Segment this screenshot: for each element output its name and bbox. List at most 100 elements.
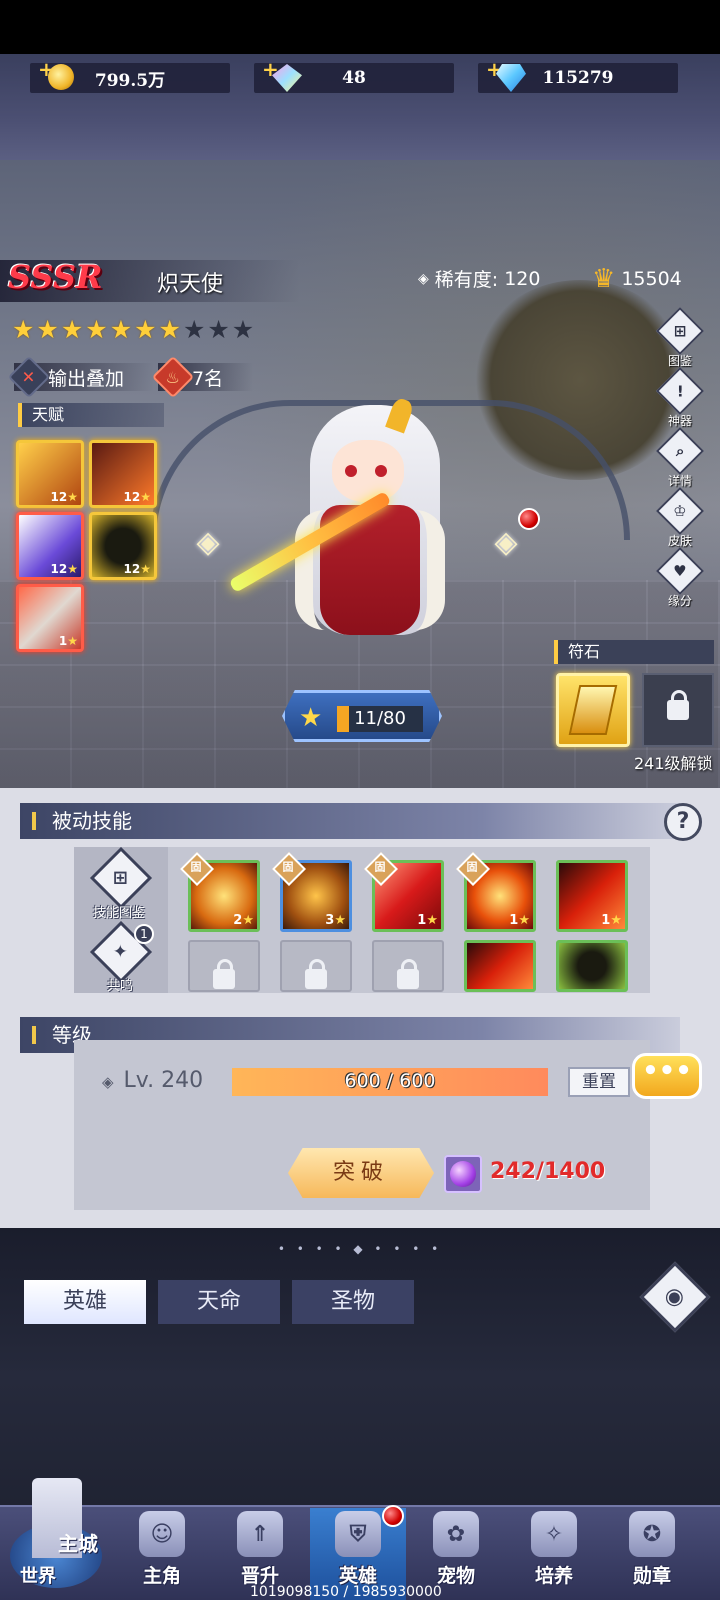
star-level-bar: 11/80 (337, 706, 423, 732)
tab-hero[interactable]: 英雄 (24, 1280, 146, 1324)
next-hero-arrow-icon[interactable]: ◈ (488, 524, 524, 560)
status-bar (0, 0, 720, 54)
star-filled-icon: ★ (60, 315, 84, 344)
nav-protagonist[interactable]: ☺ 主角 (114, 1508, 210, 1600)
castle-label: 主城 (58, 1532, 98, 1556)
chat-bubble-button[interactable]: ••• (632, 1053, 702, 1099)
rune-slot-locked[interactable] (642, 673, 714, 747)
flame-icon: ♨ (151, 355, 195, 399)
resonance-label: 共鸣 (107, 979, 134, 994)
talent-slot[interactable]: 1 ★ (16, 584, 84, 652)
help-button[interactable]: ? (664, 803, 702, 841)
passive-skill-slot[interactable] (556, 940, 628, 992)
rune-unlock-text: 241级解锁 (634, 754, 713, 773)
diamond-value: 115279 (542, 68, 614, 88)
train-icon: ✧ (531, 1511, 577, 1557)
promote-icon: ⇑ (237, 1511, 283, 1557)
passive-skill-slot[interactable]: 固 2 ★ (180, 852, 260, 932)
talent-slot[interactable]: 12 ★ (16, 440, 84, 508)
artifact-icon: ! (655, 366, 705, 416)
tag-output-label: 输出叠加 (48, 367, 125, 390)
eye-icon: ◉ (665, 1284, 685, 1310)
rarity: ◈ 稀有度: 120 (418, 265, 540, 292)
rune-slot[interactable] (556, 673, 630, 747)
tag-rank: ♨ 7名 (151, 355, 254, 399)
star-filled-icon: ★ (134, 315, 157, 344)
passive-skill-slot[interactable]: 固 1 ★ (456, 852, 536, 932)
lock-icon (667, 690, 689, 720)
lock-icon (397, 959, 419, 989)
nav-label: 主角 (142, 1565, 181, 1587)
crown-icon: ♛ (592, 264, 616, 294)
power-value: 15504 (621, 268, 682, 290)
star-filled-icon: ★ (36, 315, 59, 344)
talent-slot[interactable]: 12 ★ (16, 512, 84, 580)
exp-text: 600 / 600 (344, 1070, 436, 1092)
star-empty-icon: ★ (231, 315, 255, 344)
breakthrough-cost: 242/1400 (490, 1159, 606, 1184)
hero-stage: SSSR 炽天使 ◈ 稀有度: 120 ♛ 15504 ★ ★ ★ ★ ★ ★ ★ ★ ★ ★ ✕… (0, 160, 720, 788)
tag-rank-label: 7名 (192, 367, 224, 390)
nav-train[interactable]: ✧ 培养 (506, 1508, 602, 1600)
nav-notification-dot-icon (382, 1505, 404, 1527)
lock-icon (305, 959, 327, 989)
hero-character[interactable] (228, 385, 490, 665)
main-castle-button[interactable]: 主城 世界 (6, 1470, 114, 1598)
hero-head-icon: ☺ (139, 1511, 185, 1557)
reset-button[interactable]: 重置 (568, 1067, 630, 1097)
fate-icon: ♥ (655, 546, 705, 596)
resonance-icon: ✦ (113, 941, 129, 963)
nav-label: 宠物 (436, 1565, 475, 1587)
passive-skill-locked[interactable] (280, 940, 352, 992)
hero-power: ♛ 15504 (592, 264, 682, 294)
star-empty-icon: ★ (207, 315, 230, 344)
hero-eye (375, 465, 387, 477)
resonance-badge: 1 (134, 924, 154, 944)
helmet-icon: ⛨ (335, 1511, 381, 1557)
star-filled-icon: ★ (85, 315, 108, 344)
diamond-bullet-icon: ◈ (102, 1073, 114, 1091)
nav-medal[interactable]: ✪ 勋章 (604, 1508, 700, 1600)
notification-dot-icon (518, 508, 540, 530)
tab-relic[interactable]: 圣物 (292, 1280, 414, 1324)
hero-eye (345, 465, 357, 477)
currency-gold[interactable]: + 799.5万 (30, 57, 230, 93)
star-filled-icon: ★ (109, 315, 133, 344)
level-value: Lv. 240 (123, 1068, 204, 1093)
hero-name: 炽天使 (157, 272, 224, 297)
passive-skill-slot[interactable]: 固 3 ★ (272, 852, 352, 932)
passive-skill-locked[interactable] (372, 940, 444, 992)
passive-skill-slot[interactable]: 1 ★ (556, 860, 628, 932)
pet-icon: ✿ (433, 1511, 479, 1557)
hero-face (332, 440, 404, 502)
talent-label: 天赋 (18, 403, 164, 427)
nav-label: 培养 (534, 1565, 573, 1587)
world-label: 世界 (20, 1566, 56, 1587)
skill-codex-icon: ⊞ (113, 867, 129, 889)
side-button-fate[interactable]: ♥ 缘分 (655, 546, 705, 616)
skill-codex-label: 技能图鉴 (93, 906, 146, 921)
star-level-badge[interactable]: ★ 11/80 (282, 690, 442, 742)
star-filled-icon: ★ (158, 315, 181, 344)
nav-label: 勋章 (632, 1565, 671, 1587)
rune-title: 符石 (554, 640, 714, 664)
passive-skill-slot[interactable]: 固 1 ★ (364, 852, 444, 932)
divider-ornament: • • • • ◆ • • • • (277, 1242, 443, 1256)
gold-coin-icon (48, 64, 74, 90)
rarity-label: 稀有度: (434, 269, 499, 291)
footer-id: 1019098150 / 1985930000 (250, 1584, 442, 1600)
star-empty-icon: ★ (182, 315, 206, 344)
passive-skill-locked[interactable] (188, 940, 260, 992)
diamond-icon (496, 64, 526, 92)
passive-skill-slot[interactable] (464, 940, 536, 992)
talent-slot[interactable]: 12 ★ (89, 512, 157, 580)
talent-slot[interactable]: 12 ★ (89, 440, 157, 508)
crossed-swords-icon: ✕ (7, 355, 51, 399)
breakthrough-button[interactable]: 突破 (288, 1148, 434, 1198)
prev-hero-arrow-icon[interactable]: ◈ (190, 524, 226, 560)
currency-gem[interactable]: + 48 (254, 57, 454, 93)
level-text: ◈ Lv. 240 (102, 1068, 203, 1093)
currency-diamond[interactable]: + 115279 (478, 57, 678, 93)
tab-destiny[interactable]: 天命 (158, 1280, 280, 1324)
star-level-text: 11/80 (354, 708, 406, 729)
